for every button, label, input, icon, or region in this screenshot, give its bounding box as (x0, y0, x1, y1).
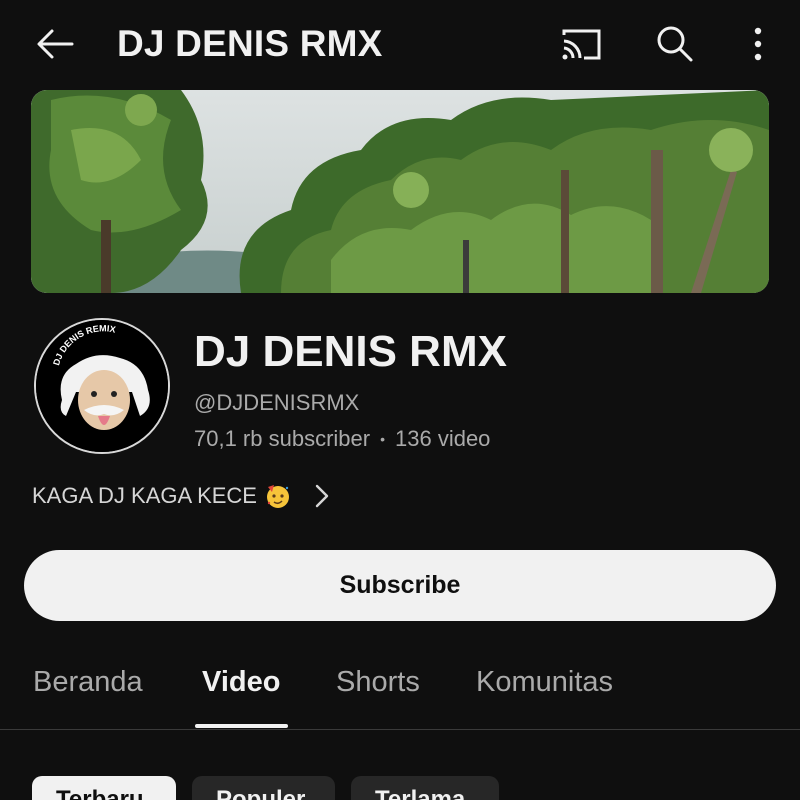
tab-shorts[interactable]: Shorts (336, 662, 420, 702)
partying-face-emoji (266, 485, 289, 508)
search-button[interactable] (652, 22, 698, 66)
active-tab-indicator (195, 724, 288, 728)
channel-banner (31, 90, 769, 293)
channel-stats: 70,1 rb subscriber • 136 video (194, 425, 490, 453)
channel-description[interactable]: KAGA DJ KAGA KECE (32, 478, 329, 514)
channel-tabs: Beranda Video Shorts Komunitas (0, 640, 800, 730)
filter-chip-terlama[interactable]: Terlama (351, 776, 499, 800)
search-icon (657, 26, 693, 62)
app-bar-title: DJ DENIS RMX (117, 23, 383, 64)
channel-handle: @DJDENISRMX (194, 390, 360, 415)
subscriber-count: 70,1 rb subscriber (194, 426, 371, 451)
more-options-button[interactable] (735, 22, 781, 66)
top-app-bar: DJ DENIS RMX (0, 0, 800, 88)
more-vertical-icon (754, 27, 762, 61)
description-text: KAGA DJ KAGA KECE (32, 483, 257, 508)
channel-name: DJ DENIS RMX (194, 327, 507, 376)
cast-button[interactable] (558, 22, 604, 66)
video-count: 136 video (395, 426, 491, 451)
filter-chip-populer[interactable]: Populer (192, 776, 335, 800)
channel-avatar[interactable]: DJ DENIS REMIX (34, 318, 170, 454)
tab-beranda[interactable]: Beranda (33, 662, 143, 702)
banner-image (31, 90, 769, 293)
cast-icon (562, 29, 601, 60)
back-button[interactable] (32, 22, 78, 66)
avatar-logo-image: DJ DENIS REMIX (36, 320, 168, 452)
tab-video[interactable]: Video (202, 662, 280, 702)
back-arrow-icon (37, 29, 74, 59)
subscribe-button[interactable]: Subscribe (24, 550, 776, 621)
tab-komunitas[interactable]: Komunitas (476, 662, 613, 702)
chevron-right-icon (315, 484, 329, 508)
filter-chip-terbaru[interactable]: Terbaru (32, 776, 176, 800)
stats-separator: • (380, 431, 385, 447)
